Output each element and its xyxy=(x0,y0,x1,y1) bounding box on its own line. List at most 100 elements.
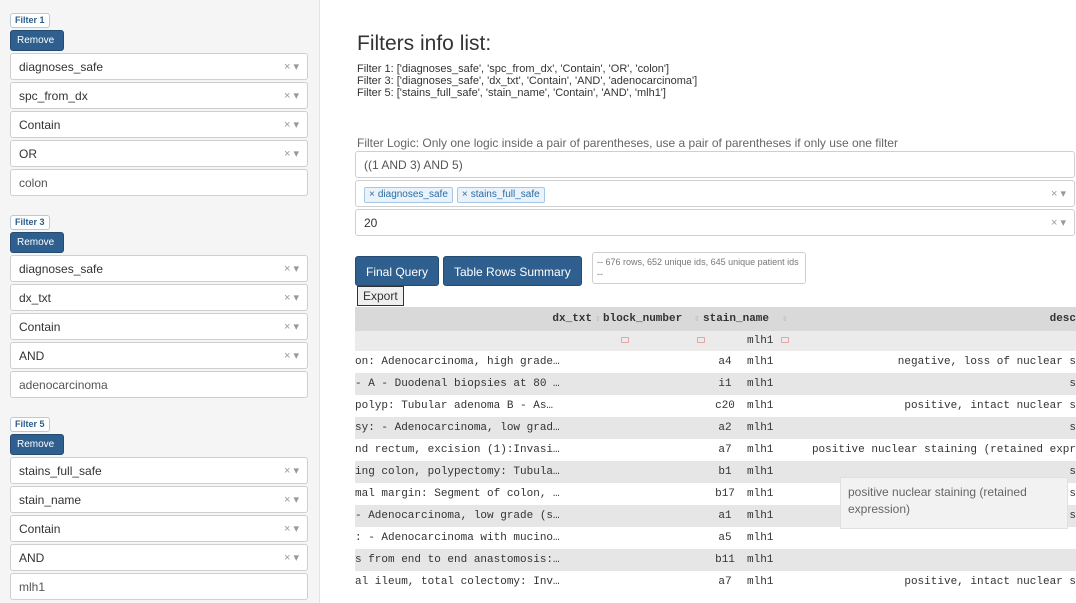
cell-dx-txt: al ileum, total colectomy: Inv… xyxy=(355,576,560,588)
clear-icon[interactable]: × xyxy=(284,119,290,131)
filter-3-table-select[interactable]: diagnoses_safe × ▾ xyxy=(10,255,308,282)
filter-1-value-input[interactable]: colon xyxy=(10,169,308,196)
chevron-down-icon[interactable]: ▾ xyxy=(293,552,299,564)
filter-1-column-select[interactable]: spc_from_dx × ▾ xyxy=(10,82,308,109)
chevron-down-icon[interactable]: ▾ xyxy=(293,148,299,160)
chevron-down-icon[interactable]: ▾ xyxy=(293,465,299,477)
summary-output: -- 676 rows, 652 unique ids, 645 unique … xyxy=(592,252,806,284)
clear-icon[interactable]: × xyxy=(284,148,290,160)
cell-dx-txt: ing colon, polypectomy: Tubula… xyxy=(355,466,560,478)
table-row[interactable]: sy: - Adenocarcinoma, low grad… a2 mlh1 s xyxy=(355,417,1076,439)
filter-5-value-input[interactable]: mlh1 xyxy=(10,573,308,600)
selected-table-tag[interactable]: × stains_full_safe xyxy=(456,187,545,203)
table-row[interactable]: polyp: Tubular adenoma B - As… c20 mlh1 pos… xyxy=(355,395,1076,417)
filter-5-column-select[interactable]: stain_name × ▾ xyxy=(10,486,308,513)
filter-1-panel: Filter 1 Remove diagnoses_safe × ▾ spc_f… xyxy=(10,10,308,196)
table-header-row: dx_txt ⇕ block_number ⇕ stain_name ⇕ des… xyxy=(355,307,1076,331)
column-header-stain-name[interactable]: stain_name xyxy=(703,307,783,331)
chevron-down-icon[interactable]: ▾ xyxy=(293,350,299,362)
filter-5-table-select[interactable]: stains_full_safe × ▾ xyxy=(10,457,308,484)
clear-icon[interactable]: × xyxy=(284,321,290,333)
chevron-down-icon[interactable]: ▾ xyxy=(293,494,299,506)
cell-desc: negative, loss of nuclear s xyxy=(897,356,1076,368)
filter-5-remove-button[interactable]: Remove xyxy=(10,434,64,455)
cell-dx-txt: nd rectum, excision (1):Invasi… xyxy=(355,444,560,456)
filter-3-panel: Filter 3 Remove diagnoses_safe × ▾ dx_tx… xyxy=(10,212,308,398)
filter-1-logic-select[interactable]: OR × ▾ xyxy=(10,140,308,167)
clear-icon[interactable]: × xyxy=(1051,188,1057,200)
chevron-down-icon[interactable]: ▾ xyxy=(293,523,299,535)
chevron-down-icon[interactable]: ▾ xyxy=(293,292,299,304)
clear-icon[interactable]: × xyxy=(284,552,290,564)
clear-icon[interactable]: × xyxy=(284,494,290,506)
cell-dx-txt: on: Adenocarcinoma, high grade… xyxy=(355,356,560,368)
column-filter-dx-txt[interactable] xyxy=(621,331,635,351)
filter-info-line: Filter 1: ['diagnoses_safe', 'spc_from_d… xyxy=(357,63,670,75)
cell-dx-txt: mal margin: Segment of colon, … xyxy=(355,488,560,500)
remove-tag-icon[interactable]: × xyxy=(462,189,468,200)
filter-1-operator-select[interactable]: Contain × ▾ xyxy=(10,111,308,138)
clear-icon[interactable]: × xyxy=(284,263,290,275)
clear-icon[interactable]: × xyxy=(284,292,290,304)
filter-3-operator-select[interactable]: Contain × ▾ xyxy=(10,313,308,340)
results-table: dx_txt ⇕ block_number ⇕ stain_name ⇕ des… xyxy=(355,307,1076,593)
cell-dx-txt: : - Adenocarcinoma with mucino… xyxy=(355,532,560,544)
filter-5-logic-select[interactable]: AND × ▾ xyxy=(10,544,308,571)
filter-5-panel: Filter 5 Remove stains_full_safe × ▾ sta… xyxy=(10,414,308,600)
chevron-down-icon[interactable]: ▾ xyxy=(293,119,299,131)
table-rows-summary-button[interactable]: Table Rows Summary xyxy=(443,256,582,286)
sidebar: Filter 1 Remove diagnoses_safe × ▾ spc_f… xyxy=(0,0,320,603)
clear-icon[interactable]: × xyxy=(1051,217,1057,229)
filter-3-remove-button[interactable]: Remove xyxy=(10,232,64,253)
sort-icon[interactable]: ⇕ xyxy=(782,307,792,331)
clear-icon[interactable]: × xyxy=(284,90,290,102)
clear-icon[interactable]: × xyxy=(284,61,290,73)
filter-3-value-input[interactable]: adenocarcinoma xyxy=(10,371,308,398)
filter-3-logic-select[interactable]: AND × ▾ xyxy=(10,342,308,369)
filter-info-line: Filter 3: ['diagnoses_safe', 'dx_txt', '… xyxy=(357,75,698,87)
row-limit-select[interactable]: 20 × ▾ xyxy=(355,209,1075,236)
table-row[interactable]: s from end to end anastomosis:… b11 mlh1 xyxy=(355,549,1076,571)
chevron-down-icon[interactable]: ▾ xyxy=(1060,217,1066,229)
clear-icon[interactable]: × xyxy=(284,465,290,477)
filter-5-operator-select[interactable]: Contain × ▾ xyxy=(10,515,308,542)
table-filter-row: mlh1 xyxy=(355,331,1076,351)
column-filter-stain-name[interactable]: mlh1 xyxy=(747,331,779,351)
cell-stain-name: mlh1 xyxy=(747,554,774,566)
cell-desc: positive nuclear staining (retained expr xyxy=(811,444,1076,456)
cell-desc: s xyxy=(1069,422,1076,434)
filter-info-line: Filter 5: ['stains_full_safe', 'stain_na… xyxy=(357,87,666,99)
selected-table-tag[interactable]: × diagnoses_safe xyxy=(364,187,453,203)
column-header-dx-txt[interactable]: dx_txt xyxy=(355,307,592,331)
cell-stain-name: mlh1 xyxy=(747,532,774,544)
column-header-desc[interactable]: desc xyxy=(1035,307,1076,331)
filter-1-label: Filter 1 xyxy=(10,13,50,28)
filter-1-remove-button[interactable]: Remove xyxy=(10,30,64,51)
filter-1-table-select[interactable]: diagnoses_safe × ▾ xyxy=(10,53,308,80)
filter-logic-label: Filter Logic: Only one logic inside a pa… xyxy=(357,136,898,150)
table-row[interactable]: al ileum, total colectomy: Inv… a7 mlh1 pos… xyxy=(355,571,1076,593)
chevron-down-icon[interactable]: ▾ xyxy=(293,263,299,275)
chevron-down-icon[interactable]: ▾ xyxy=(293,90,299,102)
cell-dx-txt: - A - Duodenal biopsies at 80 … xyxy=(355,378,560,390)
table-row[interactable]: on: Adenocarcinoma, high grade… a4 mlh1 neg… xyxy=(355,351,1076,373)
cell-desc: positive, intact nuclear s xyxy=(904,400,1076,412)
chevron-down-icon[interactable]: ▾ xyxy=(293,321,299,333)
chevron-down-icon[interactable]: ▾ xyxy=(293,61,299,73)
remove-tag-icon[interactable]: × xyxy=(369,189,375,200)
table-row[interactable]: nd rectum, excision (1):Invasi… a7 mlh1 pos… xyxy=(355,439,1076,461)
table-row[interactable]: : - Adenocarcinoma with mucino… a5 mlh1 xyxy=(355,527,1076,549)
export-button[interactable]: Export xyxy=(357,286,404,306)
column-filter-desc[interactable] xyxy=(781,331,795,351)
filter-3-column-select[interactable]: dx_txt × ▾ xyxy=(10,284,308,311)
final-query-button[interactable]: Final Query xyxy=(355,256,440,286)
column-filter-block-number[interactable] xyxy=(697,331,711,351)
table-multiselect[interactable]: × diagnoses_safe × stains_full_safe × ▾ xyxy=(355,180,1075,207)
column-header-block-number[interactable]: block_number xyxy=(603,307,695,331)
table-row[interactable]: - A - Duodenal biopsies at 80 … i1 mlh1 s xyxy=(355,373,1076,395)
chevron-down-icon[interactable]: ▾ xyxy=(1060,188,1066,200)
filter-logic-input[interactable]: ((1 AND 3) AND 5) xyxy=(355,151,1075,178)
clear-icon[interactable]: × xyxy=(284,523,290,535)
cell-dx-txt: - Adenocarcinoma, low grade (s… xyxy=(355,510,560,522)
clear-icon[interactable]: × xyxy=(284,350,290,362)
